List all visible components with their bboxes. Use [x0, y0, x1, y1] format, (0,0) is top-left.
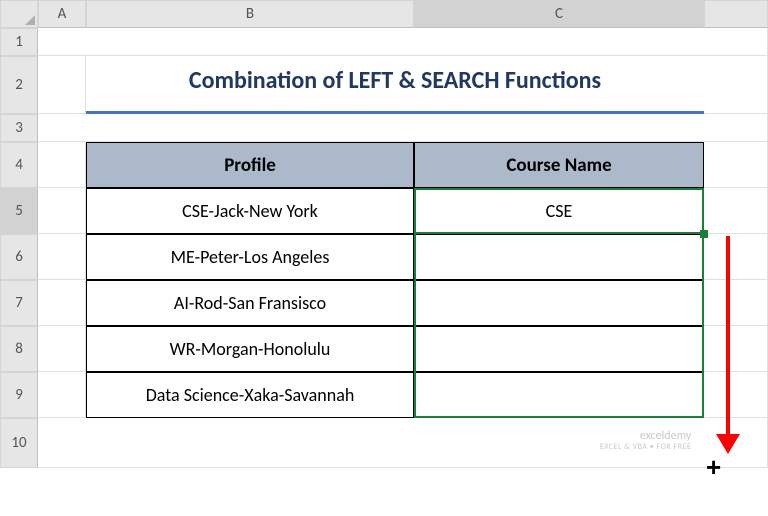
watermark-sub: EXCEL & VBA • FOR FREE — [600, 443, 691, 452]
arrow-down-icon — [726, 236, 730, 436]
cell-A8[interactable] — [38, 326, 86, 372]
cell-row3[interactable] — [38, 114, 768, 142]
row-header-2[interactable]: 2 — [0, 56, 38, 114]
page-title: Combination of LEFT & SEARCH Functions — [86, 56, 704, 114]
fill-cursor-icon: + — [706, 452, 721, 483]
cell-A6[interactable] — [38, 234, 86, 280]
row-header-5[interactable]: 5 — [0, 188, 38, 234]
cell-profile-6[interactable]: ME-Peter-Los Angeles — [86, 234, 414, 280]
cell-blank-4[interactable] — [704, 142, 768, 188]
cell-profile-9[interactable]: Data Science-Xaka-Savannah — [86, 372, 414, 418]
cell-blank-6[interactable] — [704, 234, 768, 280]
cell-A9[interactable] — [38, 372, 86, 418]
cell-course-6[interactable] — [414, 234, 704, 280]
cell-profile-5[interactable]: CSE-Jack-New York — [86, 188, 414, 234]
cell-blank-5[interactable] — [704, 188, 768, 234]
cell-A7[interactable] — [38, 280, 86, 326]
cell-course-7[interactable] — [414, 280, 704, 326]
row-header-6[interactable]: 6 — [0, 234, 38, 280]
row-header-7[interactable]: 7 — [0, 280, 38, 326]
cell-profile-7[interactable]: AI-Rod-San Fransisco — [86, 280, 414, 326]
cell-blank-8[interactable] — [704, 326, 768, 372]
row-header-4[interactable]: 4 — [0, 142, 38, 188]
col-header-C[interactable]: C — [414, 0, 704, 28]
cell-course-5[interactable]: CSE — [414, 188, 704, 234]
row-header-9[interactable]: 9 — [0, 372, 38, 418]
cell-course-8[interactable] — [414, 326, 704, 372]
cell-A5[interactable] — [38, 188, 86, 234]
fill-handle[interactable] — [700, 230, 708, 238]
cell-profile-8[interactable]: WR-Morgan-Honolulu — [86, 326, 414, 372]
col-header-blank[interactable] — [704, 0, 768, 28]
row-header-8[interactable]: 8 — [0, 326, 38, 372]
row-header-1[interactable]: 1 — [0, 28, 38, 56]
cell-blank-9[interactable] — [704, 372, 768, 418]
cell-blank-7[interactable] — [704, 280, 768, 326]
cell-row1[interactable] — [38, 28, 768, 56]
watermark: exceldemy EXCEL & VBA • FOR FREE — [600, 430, 691, 452]
header-profile[interactable]: Profile — [86, 142, 414, 188]
cell-A2[interactable] — [38, 56, 86, 114]
cell-course-9[interactable] — [414, 372, 704, 418]
header-course[interactable]: Course Name — [414, 142, 704, 188]
cell-blank-2[interactable] — [704, 56, 768, 114]
spreadsheet-grid: A B C 1 2 Combination of LEFT & SEARCH F… — [0, 0, 768, 468]
cell-A4[interactable] — [38, 142, 86, 188]
select-all-corner[interactable] — [0, 0, 38, 28]
row-header-10[interactable]: 10 — [0, 418, 38, 468]
col-header-A[interactable]: A — [38, 0, 86, 28]
col-header-B[interactable]: B — [86, 0, 414, 28]
row-header-3[interactable]: 3 — [0, 114, 38, 142]
